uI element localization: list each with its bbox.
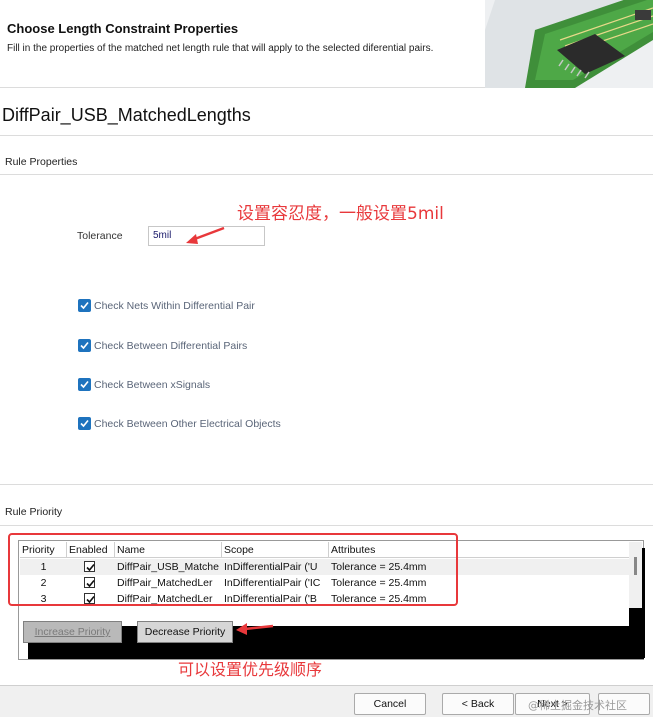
priority-annotation: 可以设置优先级顺序 xyxy=(178,660,323,679)
back-button-label: Back xyxy=(470,698,495,710)
rule-name-title: DiffPair_USB_MatchedLengths xyxy=(2,105,251,125)
checkbox-checked-icon[interactable] xyxy=(78,339,91,352)
scrollbar-thumb[interactable] xyxy=(634,557,637,575)
rule-priority-label: Rule Priority xyxy=(5,506,63,518)
check-nets-within-pair[interactable]: Check Nets Within Differential Pair xyxy=(78,299,255,312)
tolerance-annotation: 设置容忍度，一般设置5mil xyxy=(237,204,444,224)
wizard-header: Choose Length Constraint Properties Fill… xyxy=(0,0,653,88)
tolerance-arrow-icon xyxy=(186,226,225,244)
pcb-header-image xyxy=(485,0,653,88)
divider xyxy=(0,135,653,136)
header-description: Fill in the properties of the matched ne… xyxy=(7,43,434,54)
back-arrow-icon: < xyxy=(461,698,468,710)
annotation-highlight-box xyxy=(8,533,458,606)
priority-arrow-icon xyxy=(236,623,274,635)
checkbox-checked-icon[interactable] xyxy=(78,417,91,430)
check-between-xsignals[interactable]: Check Between xSignals xyxy=(78,378,210,391)
checkbox-checked-icon[interactable] xyxy=(78,299,91,312)
check-label: Check Between Other Electrical Objects xyxy=(94,417,281,430)
tolerance-label: Tolerance xyxy=(77,230,123,242)
check-label: Check Between Differential Pairs xyxy=(94,339,248,352)
decrease-priority-button[interactable]: Decrease Priority xyxy=(137,621,233,643)
back-button[interactable]: < Back xyxy=(442,693,514,715)
grid-vertical-scrollbar[interactable] xyxy=(629,542,642,608)
watermark-text: @稀土掘金技术社区 xyxy=(528,699,627,712)
cancel-button-label: Cancel xyxy=(373,698,407,710)
cancel-button[interactable]: Cancel xyxy=(354,693,426,715)
checkbox-checked-icon[interactable] xyxy=(78,378,91,391)
check-label: Check Between xSignals xyxy=(94,378,211,391)
increase-priority-button[interactable]: Increase Priority xyxy=(23,621,122,643)
check-between-other-objects[interactable]: Check Between Other Electrical Objects xyxy=(78,417,281,430)
rule-properties-label: Rule Properties xyxy=(5,156,78,168)
header-title: Choose Length Constraint Properties xyxy=(7,21,239,36)
divider xyxy=(0,484,653,485)
divider xyxy=(0,525,653,526)
check-label: Check Nets Within Differential Pair xyxy=(94,299,255,312)
divider xyxy=(0,174,653,175)
check-between-pairs[interactable]: Check Between Differential Pairs xyxy=(78,339,247,352)
